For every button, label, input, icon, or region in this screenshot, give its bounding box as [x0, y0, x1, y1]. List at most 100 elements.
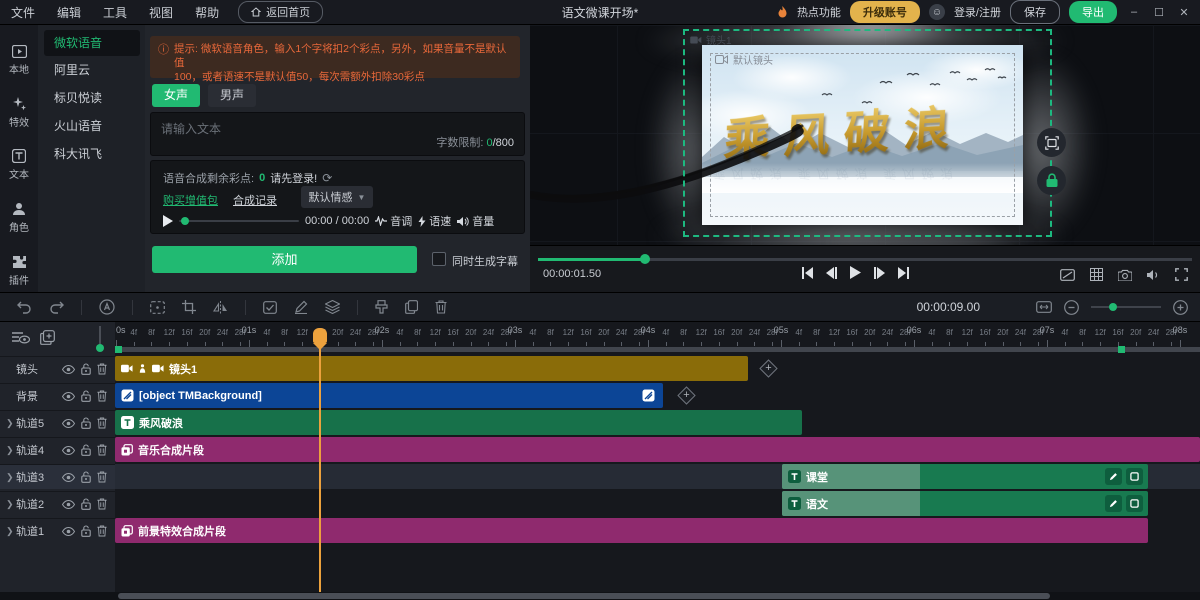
- work-area-marker[interactable]: [1118, 346, 1125, 353]
- trash-icon[interactable]: [97, 444, 107, 456]
- save-button[interactable]: 保存: [1010, 0, 1060, 24]
- adjust-button[interactable]: [263, 301, 277, 314]
- eye-icon[interactable]: [62, 390, 75, 402]
- animation-button[interactable]: [99, 299, 115, 315]
- lock-open-icon[interactable]: [81, 363, 91, 375]
- fit-timeline-icon[interactable]: [1036, 301, 1052, 313]
- emotion-select[interactable]: 默认情感 ▼: [301, 186, 373, 208]
- menu-help[interactable]: 帮助: [184, 4, 230, 21]
- preview-progress-bar[interactable]: [538, 258, 1192, 261]
- expand-chevron-icon[interactable]: ❯: [6, 499, 16, 510]
- volume-control[interactable]: 音量: [457, 213, 494, 229]
- eye-icon[interactable]: [62, 363, 75, 375]
- play-button[interactable]: [850, 266, 861, 279]
- trash-icon[interactable]: [97, 498, 107, 510]
- clip-镜头1[interactable]: 镜头1: [115, 356, 748, 381]
- clip-frame-button[interactable]: [1126, 468, 1143, 485]
- track-header-轨道3[interactable]: ❯轨道3: [0, 464, 115, 489]
- crop-button[interactable]: [182, 300, 196, 314]
- clip-音乐合成片段[interactable]: 音乐合成片段: [115, 437, 1200, 462]
- expand-chevron-icon[interactable]: ❯: [6, 445, 16, 456]
- menu-file[interactable]: 文件: [0, 4, 46, 21]
- menu-tools[interactable]: 工具: [92, 4, 138, 21]
- playhead-line[interactable]: [319, 346, 321, 592]
- work-area-marker[interactable]: [115, 346, 122, 353]
- work-area-bar[interactable]: [115, 347, 1200, 352]
- clip-语文[interactable]: 语文: [782, 491, 1148, 516]
- add-track-icon[interactable]: [40, 330, 55, 345]
- voice-engine-aliyun[interactable]: 阿里云: [44, 57, 140, 83]
- timeline-zoom-slider[interactable]: [1091, 306, 1161, 308]
- track-header-轨道5[interactable]: ❯轨道5: [0, 410, 115, 435]
- track-list-icon[interactable]: [12, 331, 30, 345]
- hot-features-button[interactable]: 热点功能: [797, 4, 841, 20]
- sidebar-item-effects[interactable]: 特效: [0, 97, 38, 129]
- trash-icon[interactable]: [97, 525, 107, 537]
- skip-end-button[interactable]: [898, 267, 909, 279]
- window-maximize-button[interactable]: ☐: [1151, 6, 1167, 19]
- menu-view[interactable]: 视图: [138, 4, 184, 21]
- zoom-in-icon[interactable]: [1173, 300, 1188, 315]
- clip-课堂[interactable]: 课堂: [782, 464, 1148, 489]
- sidebar-item-plugin[interactable]: 插件: [0, 255, 38, 287]
- login-register-button[interactable]: 登录/注册: [954, 4, 1001, 20]
- layers-button[interactable]: [325, 300, 340, 314]
- buy-credits-link[interactable]: 购买增值包: [163, 192, 218, 208]
- undo-button[interactable]: [17, 301, 32, 314]
- refresh-icon[interactable]: ⟳: [322, 171, 332, 185]
- voice-engine-microsoft[interactable]: 微软语音: [44, 30, 140, 56]
- voice-engine-volcano[interactable]: 火山语音: [44, 113, 140, 139]
- horizontal-scrollbar[interactable]: [0, 592, 1200, 600]
- clip-animate-button[interactable]: [1105, 495, 1122, 512]
- menu-edit[interactable]: 编辑: [46, 4, 92, 21]
- expand-chevron-icon[interactable]: ❯: [6, 472, 16, 483]
- clip-前景特效合成片段[interactable]: 前景特效合成片段: [115, 518, 1148, 543]
- eye-icon[interactable]: [62, 444, 75, 456]
- redo-button[interactable]: [49, 301, 64, 314]
- sidebar-item-character[interactable]: 角色: [0, 202, 38, 234]
- mirror-screen-icon[interactable]: [1060, 269, 1075, 281]
- window-minimize-button[interactable]: –: [1126, 6, 1142, 18]
- fit-frame-button[interactable]: [1037, 128, 1066, 157]
- pitch-control[interactable]: 音调: [375, 213, 412, 229]
- track-header-轨道2[interactable]: ❯轨道2: [0, 491, 115, 516]
- track-header-轨道4[interactable]: ❯轨道4: [0, 437, 115, 462]
- trash-icon[interactable]: [97, 390, 107, 402]
- track-header-背景[interactable]: 背景: [0, 383, 115, 408]
- speed-control[interactable]: 语速: [418, 213, 451, 229]
- synthesis-history-link[interactable]: 合成记录: [233, 192, 277, 208]
- eye-icon[interactable]: [62, 471, 75, 483]
- lock-open-icon[interactable]: [81, 390, 91, 402]
- track-header-轨道1[interactable]: ❯轨道1: [0, 518, 115, 543]
- lock-open-icon[interactable]: [81, 471, 91, 483]
- mute-icon[interactable]: [1147, 269, 1160, 281]
- clip-animate-button[interactable]: [1105, 468, 1122, 485]
- export-button[interactable]: 导出: [1069, 1, 1117, 23]
- clip-乘风破浪[interactable]: 乘风破浪: [115, 410, 802, 435]
- lock-open-icon[interactable]: [81, 525, 91, 537]
- playhead-handle[interactable]: [313, 328, 327, 343]
- format-brush-button[interactable]: [375, 300, 388, 314]
- sidebar-item-text[interactable]: 文本: [0, 149, 38, 181]
- preview-canvas[interactable]: 乘风破浪 乘风破浪 乘风破浪 乘风破浪 默认镜头 镜头1: [530, 25, 1200, 245]
- lock-button[interactable]: [1037, 166, 1066, 195]
- track-height-knob[interactable]: [96, 344, 104, 352]
- fullscreen-icon[interactable]: [1175, 268, 1188, 281]
- select-region-button[interactable]: [150, 301, 165, 314]
- voice-engine-biaobei[interactable]: 标贝悦读: [44, 85, 140, 111]
- clip-frame-button[interactable]: [1126, 495, 1143, 512]
- add-button[interactable]: 添加: [152, 246, 417, 273]
- lock-open-icon[interactable]: [81, 444, 91, 456]
- copy-button[interactable]: [405, 300, 418, 314]
- window-close-button[interactable]: ✕: [1176, 6, 1192, 19]
- user-avatar-icon[interactable]: ☺: [929, 4, 945, 20]
- track-header-镜头[interactable]: 镜头: [0, 356, 115, 381]
- play-icon[interactable]: [163, 215, 173, 227]
- upgrade-account-button[interactable]: 升级账号: [850, 1, 920, 23]
- grid-icon[interactable]: [1090, 268, 1103, 281]
- tts-text-input[interactable]: 请输入文本 字数限制: 0/800: [150, 112, 525, 156]
- tab-female-voice[interactable]: 女声: [152, 84, 200, 107]
- generate-subtitle-checkbox[interactable]: [432, 252, 446, 266]
- next-frame-button[interactable]: [874, 267, 885, 279]
- skip-start-button[interactable]: [802, 267, 813, 279]
